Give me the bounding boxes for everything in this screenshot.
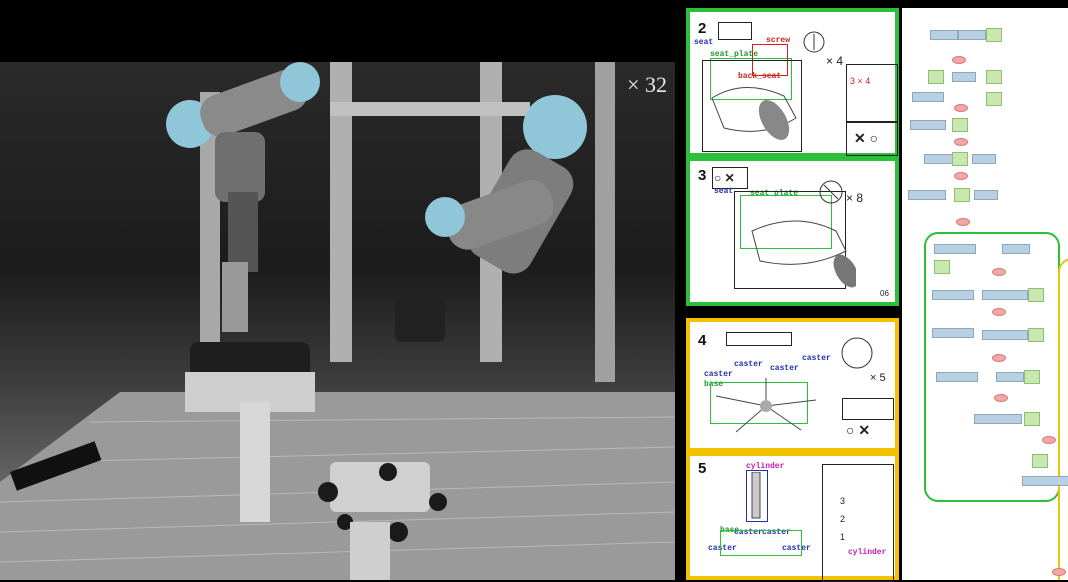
flow-node	[934, 244, 976, 254]
ok-ng-icons: ○ ✕	[846, 422, 871, 438]
flow-group-yellow	[1058, 258, 1068, 580]
assembly-flow-graph	[902, 8, 1068, 580]
flow-node	[952, 118, 968, 132]
sub-step-number: 3	[840, 496, 846, 506]
flow-node	[986, 92, 1002, 106]
caster-base-drawing	[715, 378, 817, 433]
flow-node	[974, 414, 1022, 424]
step-number: 4	[698, 332, 707, 349]
part-label: caster	[802, 354, 831, 363]
sub-step-badge: 3 × 4	[850, 76, 871, 86]
flow-node	[912, 92, 944, 102]
flow-node	[986, 28, 1002, 42]
flow-node	[928, 70, 944, 84]
flow-merge-node	[956, 218, 970, 226]
ok-ng-icons: ○ ✕	[714, 171, 735, 185]
insert-guide-box	[822, 464, 894, 582]
flow-merge-node	[954, 104, 968, 112]
flow-node	[972, 154, 996, 164]
playback-speed-label: × 32	[627, 72, 667, 97]
part-label: seat	[694, 38, 714, 47]
flow-merge-node	[994, 394, 1008, 402]
flow-node	[910, 120, 946, 130]
flow-node	[982, 290, 1028, 300]
flow-node	[1032, 454, 1048, 468]
flow-node	[1024, 412, 1040, 426]
screw-zoom-icon	[819, 180, 843, 204]
flow-node	[936, 372, 978, 382]
chair-seat-drawing	[751, 220, 856, 288]
flow-node	[1028, 288, 1044, 302]
robot-video: × 32	[0, 62, 675, 580]
flow-node	[952, 152, 968, 166]
step-number: 5	[698, 460, 707, 477]
flow-merge-node	[992, 354, 1006, 362]
flow-node	[932, 290, 974, 300]
flow-merge-node	[952, 56, 966, 64]
flow-node	[932, 328, 974, 338]
flow-merge-node	[992, 308, 1006, 316]
flow-node	[954, 188, 970, 202]
step-2-panel: 2 seat seat_plate screw back_seat × 4 3 …	[686, 8, 899, 157]
flow-node	[1022, 476, 1068, 486]
sub-step-number: 1	[840, 532, 846, 542]
flow-node	[974, 190, 998, 200]
step-3-panel: 3 ○ ✕ seat seat_plate × 8 06	[686, 157, 899, 306]
flow-node	[908, 190, 946, 200]
warning-note-icon	[718, 22, 752, 40]
step-5-panel: 5 cylinder base caster caster caster cas…	[686, 452, 899, 582]
quantity-badge: × 8	[846, 191, 864, 205]
flow-node	[982, 330, 1028, 340]
detection-box	[720, 530, 802, 556]
part-label: seat	[714, 187, 734, 196]
flow-node	[1002, 244, 1030, 254]
flow-merge-node	[1042, 436, 1056, 444]
warning-note-icon	[726, 332, 792, 346]
flow-node	[1024, 370, 1040, 384]
flow-merge-node	[992, 268, 1006, 276]
flow-node	[958, 30, 986, 40]
step-number: 2	[698, 20, 707, 37]
step-4-panel: 4 caster caster caster caster base × 5 ○…	[686, 318, 899, 452]
chair-seat-drawing	[711, 87, 797, 140]
flow-node	[934, 260, 950, 274]
flow-node	[952, 72, 976, 82]
step-number: 3	[698, 167, 707, 184]
sub-step-box	[846, 64, 898, 122]
caster-zoom-icon	[841, 337, 873, 369]
quantity-badge: × 5	[870, 372, 886, 384]
ok-ng-icons: ✕ ○	[854, 130, 879, 146]
cylinder-drawing	[751, 472, 761, 519]
flow-node	[986, 70, 1002, 84]
flow-merge-node	[1052, 568, 1066, 576]
quantity-badge: × 4	[826, 54, 844, 68]
screw-zoom-icon	[803, 31, 825, 53]
flow-node	[996, 372, 1024, 382]
page-number: 06	[880, 289, 889, 298]
flow-merge-node	[954, 138, 968, 146]
robot-scene	[0, 62, 675, 580]
flow-merge-node	[954, 172, 968, 180]
flow-node	[1028, 328, 1044, 342]
flow-node	[930, 30, 958, 40]
note-box	[842, 398, 894, 420]
sub-step-number: 2	[840, 514, 846, 524]
